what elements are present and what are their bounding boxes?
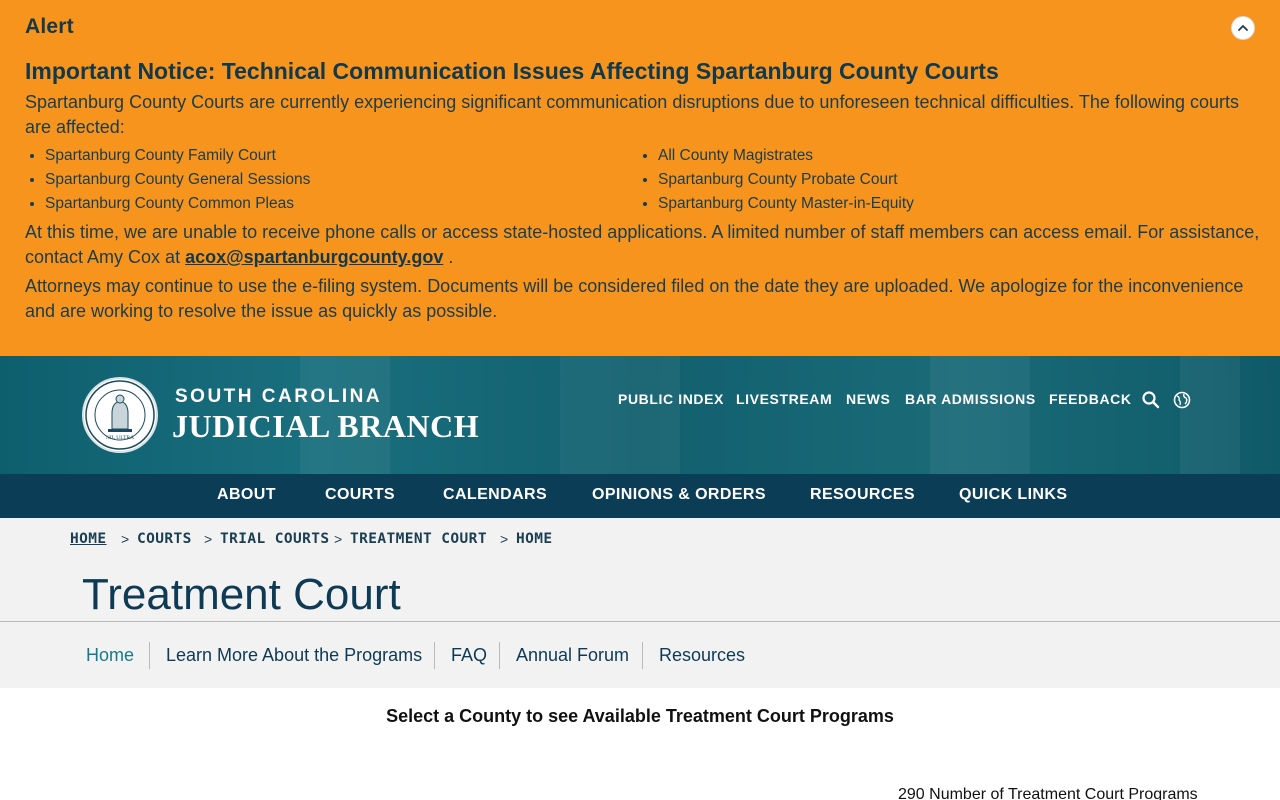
section-subnav: Home Learn More About the Programs FAQ A…: [0, 622, 1280, 688]
affected-courts-list-left: Spartanburg County Family Court Spartanb…: [25, 144, 310, 216]
breadcrumb-separator: >: [500, 531, 509, 547]
brand-title[interactable]: JUDICIAL BRANCH: [172, 408, 479, 445]
util-link-public-index[interactable]: PUBLIC INDEX: [618, 391, 724, 407]
header-bg-column: [560, 356, 680, 474]
subnav-resources[interactable]: Resources: [659, 645, 745, 666]
affected-courts-list-right: All County Magistrates Spartanburg Count…: [638, 144, 914, 216]
alert-banner: Alert Important Notice: Technical Commun…: [0, 0, 1280, 356]
nav-item-calendars[interactable]: CALENDARS: [443, 486, 547, 504]
list-item: All County Magistrates: [658, 144, 914, 168]
alert-heading: Important Notice: Technical Communicatio…: [25, 58, 999, 84]
breadcrumb-separator: >: [121, 531, 130, 547]
supreme-court-seal-icon[interactable]: NIL ULTRA: [82, 377, 158, 453]
util-link-bar-admissions[interactable]: BAR ADMISSIONS: [905, 391, 1036, 407]
alert-intro: Spartanburg County Courts are currently …: [25, 92, 1239, 137]
subnav-annual-forum[interactable]: Annual Forum: [516, 645, 629, 666]
subnav-home[interactable]: Home: [86, 645, 134, 666]
header-bg-column: [930, 356, 1030, 474]
alert-efiling-paragraph: Attorneys may continue to use the e-fili…: [25, 276, 1244, 321]
contact-email-link[interactable]: acox@spartanburgcounty.gov: [185, 247, 443, 267]
list-item: Spartanburg County General Sessions: [45, 168, 310, 192]
util-link-feedback[interactable]: FEEDBACK: [1049, 391, 1132, 407]
seal-graphic: NIL ULTRA: [85, 380, 155, 450]
breadcrumb-separator: >: [334, 531, 343, 547]
list-item: Spartanburg County Probate Court: [658, 168, 914, 192]
search-icon[interactable]: [1141, 390, 1161, 410]
list-item: Spartanburg County Master-in-Equity: [658, 192, 914, 216]
nav-item-resources[interactable]: RESOURCES: [810, 486, 915, 504]
subnav-divider: [499, 642, 500, 669]
subnav-divider: [434, 642, 435, 669]
breadcrumb-treatment-court[interactable]: TREATMENT COURT: [350, 531, 487, 547]
breadcrumb-separator: >: [204, 531, 213, 547]
utility-nav: PUBLIC INDEX LIVESTREAM NEWS BAR ADMISSI…: [0, 391, 1280, 411]
subnav-learn-more[interactable]: Learn More About the Programs: [166, 645, 422, 666]
alert-title: Alert: [25, 15, 74, 38]
program-count-stat: 290 Number of Treatment Court Programs: [898, 786, 1198, 800]
globe-icon[interactable]: [1172, 390, 1192, 410]
nav-item-quick-links[interactable]: QUICK LINKS: [959, 486, 1067, 504]
breadcrumb-trial-courts[interactable]: TRIAL COURTS: [220, 531, 330, 547]
page-title: Treatment Court: [82, 570, 401, 619]
subnav-divider: [149, 642, 150, 669]
chevron-up-icon: [1238, 25, 1248, 31]
nav-item-courts[interactable]: COURTS: [325, 486, 395, 504]
list-item: Spartanburg County Family Court: [45, 144, 310, 168]
page-header: HOME > COURTS > TRIAL COURTS > TREATMENT…: [0, 518, 1280, 622]
util-link-livestream[interactable]: LIVESTREAM: [736, 391, 832, 407]
alert-collapse-button[interactable]: [1231, 16, 1255, 40]
main-nav: ABOUT COURTS CALENDARS OPINIONS & ORDERS…: [0, 474, 1280, 518]
breadcrumb-home[interactable]: HOME: [70, 531, 107, 547]
header-bg-column: [1180, 356, 1240, 474]
breadcrumb-courts[interactable]: COURTS: [137, 531, 192, 547]
nav-item-about[interactable]: ABOUT: [217, 486, 276, 504]
list-item: Spartanburg County Common Pleas: [45, 192, 310, 216]
site-header: NIL ULTRA SOUTH CAROLINA JUDICIAL BRANCH…: [0, 356, 1280, 474]
nav-item-opinions-orders[interactable]: OPINIONS & ORDERS: [592, 486, 766, 504]
breadcrumb-current: HOME: [516, 531, 553, 547]
alert-contact-paragraph: At this time, we are unable to receive p…: [25, 220, 1260, 270]
util-link-news[interactable]: NEWS: [846, 391, 890, 407]
seal-motto: NIL ULTRA: [106, 435, 134, 441]
alert-contact-end: .: [443, 247, 454, 267]
subnav-faq[interactable]: FAQ: [451, 645, 487, 666]
county-select-heading: Select a County to see Available Treatme…: [386, 706, 894, 726]
subnav-divider: [642, 642, 643, 669]
